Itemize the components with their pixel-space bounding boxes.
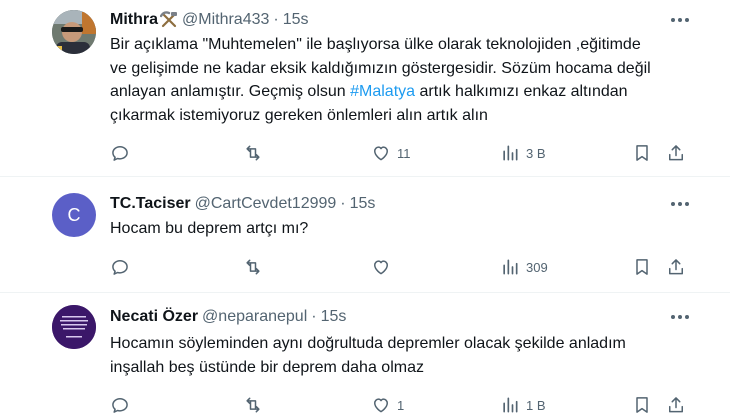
more-options-icon[interactable]	[668, 10, 692, 30]
views-button[interactable]: 3 B	[500, 141, 546, 165]
tweet-text-segment: anlayan anlamıştır. Geçmiş olsun	[110, 83, 351, 100]
user-handle[interactable]: @CartCevdet12999	[195, 195, 337, 213]
retweet-button[interactable]	[243, 255, 263, 279]
timestamp[interactable]: 15s	[321, 308, 347, 326]
display-name[interactable]: TC.Taciser	[110, 195, 191, 213]
tweet-text: Bir açıklama "Muhtemelen" ile başlıyorsa…	[110, 33, 690, 127]
views-icon	[503, 259, 518, 275]
heart-icon	[374, 260, 388, 275]
share-button[interactable]	[666, 255, 686, 279]
tweet-text-segment: artık halkımızı enkaz altından	[415, 83, 628, 100]
tweet-actions: 309	[0, 255, 730, 279]
avatar[interactable]: C	[52, 193, 96, 237]
display-name[interactable]: Necati Özer	[110, 308, 198, 326]
avatar[interactable]	[52, 10, 96, 54]
reply-button[interactable]	[110, 255, 130, 279]
tweet[interactable]: C TC.Taciser @CartCevdet12999 · 15s Hoca…	[0, 177, 730, 292]
reply-icon	[112, 260, 128, 275]
retweet-icon	[246, 259, 260, 275]
tweet-text-line: Hocamın söyleminden aynı doğrultuda depr…	[110, 335, 626, 352]
avatar-letter: C	[67, 204, 81, 225]
share-icon	[669, 145, 683, 161]
retweet-button[interactable]	[243, 141, 263, 165]
more-options-icon[interactable]	[668, 307, 692, 327]
tweet[interactable]: Necati Özer @neparanepul · 15s Hocamın s…	[0, 293, 730, 420]
heart-icon	[374, 398, 388, 413]
retweet-icon	[246, 397, 260, 413]
separator-dot: ·	[311, 308, 317, 325]
hashtag-link[interactable]: #Malatya	[350, 83, 415, 100]
reply-button[interactable]	[110, 393, 130, 417]
tweet-text-line: Hocam bu deprem artçı mı?	[110, 220, 309, 237]
avatar-photo	[52, 10, 96, 54]
share-icon	[669, 259, 683, 275]
reply-icon	[112, 146, 128, 161]
retweet-button[interactable]	[243, 393, 263, 417]
tweet-header: Necati Özer @neparanepul · 15s	[110, 306, 346, 328]
tweet-text-line: inşallah beş üstünde bir deprem daha olm…	[110, 358, 424, 376]
views-icon	[503, 397, 518, 413]
tweet-text: Hocamın söyleminden aynı doğrultuda depr…	[110, 332, 690, 379]
tweet-header: Mithra @Mithra433 · 15s	[110, 9, 309, 31]
heart-icon	[374, 146, 388, 161]
like-button[interactable]: 11	[371, 141, 411, 165]
timestamp[interactable]: 15s	[283, 11, 309, 29]
share-button[interactable]	[666, 393, 686, 417]
reply-icon	[112, 398, 128, 413]
retweet-icon	[246, 145, 260, 161]
tweet[interactable]: Mithra @Mithra433 · 15s Bir açıklama "Mu…	[0, 0, 730, 176]
tweet-actions: 11 3 B	[0, 141, 730, 165]
like-count: 1	[397, 397, 405, 413]
separator-dot: ·	[340, 195, 346, 212]
tweet-actions: 1 1 B	[0, 393, 730, 417]
bookmark-button[interactable]	[632, 393, 652, 417]
timestamp[interactable]: 15s	[350, 195, 376, 213]
display-name[interactable]: Mithra	[110, 11, 158, 29]
views-button[interactable]: 309	[500, 255, 548, 279]
bookmark-button[interactable]	[632, 141, 652, 165]
avatar[interactable]	[52, 305, 96, 349]
view-count: 309	[526, 259, 548, 275]
tweet-text-line: Bir açıklama "Muhtemelen" ile başlıyorsa…	[110, 36, 641, 53]
user-handle[interactable]: @neparanepul	[202, 308, 307, 326]
bookmark-icon	[636, 397, 648, 413]
more-options-icon[interactable]	[668, 194, 692, 214]
separator-dot: ·	[273, 11, 279, 28]
tweet-text: Hocam bu deprem artçı mı?	[110, 217, 690, 241]
bookmark-button[interactable]	[632, 255, 652, 279]
user-handle[interactable]: @Mithra433	[182, 11, 269, 29]
pickaxe-hammer-icon	[160, 11, 178, 29]
views-button[interactable]: 1 B	[500, 393, 546, 417]
view-count: 1 B	[526, 397, 546, 413]
share-button[interactable]	[666, 141, 686, 165]
tweet-header: TC.Taciser @CartCevdet12999 · 15s	[110, 193, 375, 215]
avatar-image	[52, 305, 96, 349]
tweet-text-line: anlayan anlamıştır. Geçmiş olsun #Malaty…	[110, 80, 690, 104]
like-count: 11	[397, 145, 411, 161]
like-button[interactable]: 1	[371, 393, 404, 417]
tweet-text-line: çıkarmak istemiyoruz gereken önlemleri a…	[110, 106, 488, 124]
tweet-text-line: ve gelişimde ne kadar eksik kaldığımızın…	[110, 59, 651, 77]
views-icon	[503, 145, 518, 161]
view-count: 3 B	[526, 145, 546, 161]
reply-button[interactable]	[110, 141, 130, 165]
like-button[interactable]	[371, 255, 397, 279]
bookmark-icon	[636, 145, 648, 161]
bookmark-icon	[636, 259, 648, 275]
share-icon	[669, 397, 683, 413]
